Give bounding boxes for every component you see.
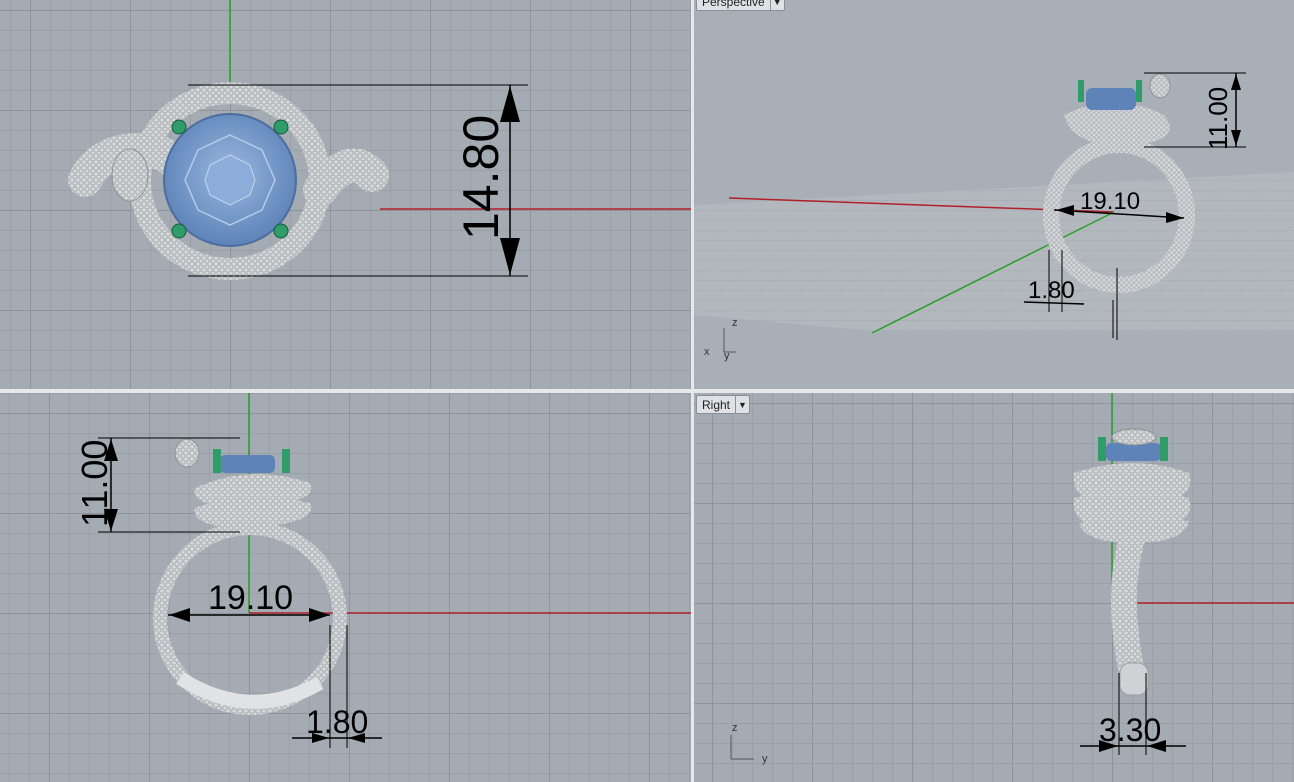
axis-y-label: y — [762, 753, 768, 765]
dim-height-label: 11.00 — [74, 440, 115, 527]
axis-y-label: y — [724, 350, 730, 362]
perspective-view-canvas: 11.00 19.10 1.80 x y z — [694, 72, 1294, 362]
viewport-title: Right — [702, 397, 731, 412]
axis-x-label: x — [704, 346, 710, 358]
viewport-title: Perspective — [702, 0, 765, 9]
viewport-top[interactable]: 14.80 — [0, 0, 691, 389]
viewport-right[interactable]: 3.30 z y Right ▼ — [694, 393, 1294, 782]
dropdown-arrow-icon[interactable]: ▼ — [769, 0, 784, 10]
dim-thickness-label: 1.80 — [1028, 277, 1075, 304]
axis-z-label: z — [732, 317, 738, 329]
dim-thickness-label: 1.80 — [306, 704, 368, 740]
viewport-tab-right[interactable]: Right ▼ — [696, 395, 750, 414]
viewport-front[interactable]: 11.00 19.10 1.80 — [0, 393, 691, 782]
dim-diameter-label: 19.10 — [208, 579, 293, 617]
top-view-canvas: 14.80 — [68, 0, 691, 280]
dim-height-label: 11.00 — [1203, 87, 1233, 150]
viewport-perspective[interactable]: 11.00 19.10 1.80 x y z Perspective ▼ — [694, 0, 1294, 389]
dim-width-label: 3.30 — [1099, 712, 1161, 748]
dim-height-label: 14.80 — [453, 115, 509, 240]
viewport-tab-perspective[interactable]: Perspective ▼ — [696, 0, 785, 11]
dim-diameter-label: 19.10 — [1080, 188, 1140, 215]
axis-z-label: z — [732, 722, 738, 734]
viewport-splitter-horizontal[interactable] — [0, 389, 1294, 393]
right-view-canvas: 3.30 z y — [730, 393, 1294, 765]
dropdown-arrow-icon[interactable]: ▼ — [735, 396, 749, 413]
front-view-canvas: 11.00 19.10 1.80 — [74, 393, 691, 748]
